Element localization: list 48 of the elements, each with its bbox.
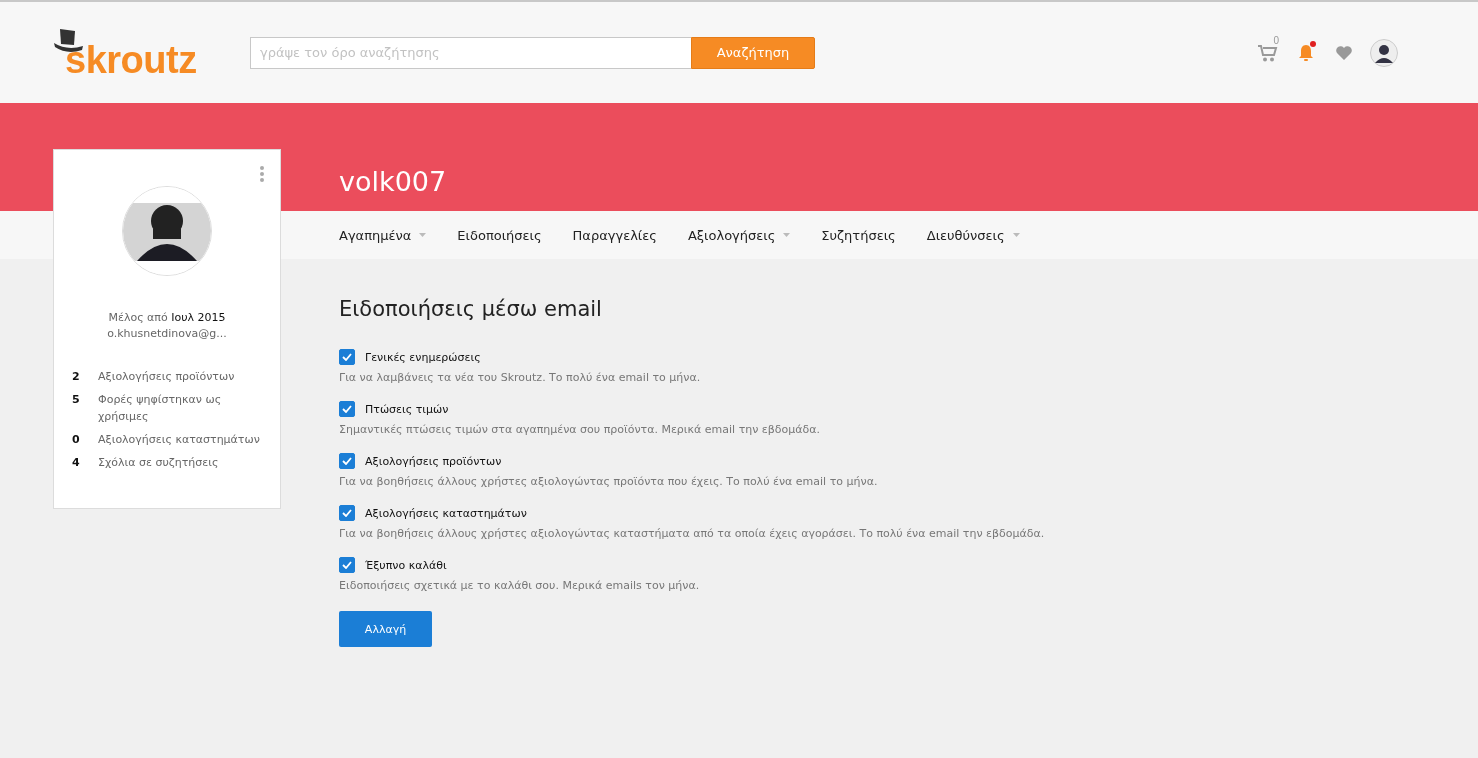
cart-icon xyxy=(1258,43,1278,62)
stat-count: 4 xyxy=(72,455,81,471)
option-description: Για να βοηθήσεις άλλους χρήστες αξιολογώντας προϊόντα που έχεις. Το πολύ ένα email το μήνα. xyxy=(339,475,879,488)
check-icon xyxy=(342,509,352,517)
nav-tab[interactable]: Συζητήσεις xyxy=(821,227,896,243)
more-button[interactable] xyxy=(258,166,266,184)
checkbox[interactable] xyxy=(339,401,355,417)
kebab-icon xyxy=(259,166,265,182)
stat-count: 2 xyxy=(72,369,81,385)
stat-label: Αξιολογήσεις καταστημάτων xyxy=(98,432,261,448)
option-label[interactable]: Αξιολογήσεις καταστημάτων xyxy=(365,506,527,520)
option-description: Σημαντικές πτώσεις τιμών στα αγαπημένα σου προϊόντα. Μερικά email την εβδομάδα. xyxy=(339,423,822,436)
heart-icon xyxy=(1335,44,1353,61)
username: volk007 xyxy=(339,165,448,199)
stat-label: Σχόλια σε συζητήσεις xyxy=(98,455,220,471)
checkbox[interactable] xyxy=(339,349,355,365)
stat-label: Αξιολογήσεις προϊόντων xyxy=(98,369,236,385)
member-since: Μέλος από Ιουλ 2015 xyxy=(107,310,227,326)
bell-icon xyxy=(1297,43,1315,62)
nav-tab[interactable]: Διευθύνσεις xyxy=(926,227,1020,243)
option-description: Για να λαμβάνεις τα νέα του Skroutz. Το πολύ ένα email το μήνα. xyxy=(339,371,702,384)
user-email: o.khusnetdinova@g... xyxy=(107,326,227,342)
search-field[interactable]: γράψε τον όρο αναζήτησης xyxy=(250,36,691,69)
check-icon xyxy=(342,405,352,413)
stat-count: 5 xyxy=(72,392,81,408)
nav-tab[interactable]: Ειδοποιήσεις xyxy=(457,227,542,243)
stat-label: Φορές ψηφίστηκαν ως χρήσιμες xyxy=(98,392,223,425)
check-icon xyxy=(342,353,352,361)
checkbox[interactable] xyxy=(339,505,355,521)
option-label[interactable]: Πτώσεις τιμών xyxy=(365,402,449,416)
user-avatar-icon xyxy=(1370,38,1398,67)
nav-tab[interactable]: Αγαπημένα xyxy=(339,227,427,243)
option-description: Για να βοηθήσεις άλλους χρήστες αξιολογώντας καταστήματα από τα οποία έχεις αγοράσει. Το πολύ ένα email την εβδομάδα. xyxy=(339,527,1046,540)
option-label[interactable]: Γενικές ενημερώσεις xyxy=(365,350,481,364)
nav-tab[interactable]: Παραγγελίες xyxy=(572,227,657,243)
section-title: Ειδοποιήσεις μέσω email xyxy=(339,297,603,321)
checkbox[interactable] xyxy=(339,557,355,573)
user-avatar[interactable] xyxy=(1370,38,1398,67)
nav-tab[interactable]: Αξιολογήσεις xyxy=(687,227,791,243)
stat-count: 0 xyxy=(72,432,81,448)
check-icon xyxy=(342,457,352,465)
option-label[interactable]: Αξιολογήσεις προϊόντων xyxy=(365,454,502,468)
cart-count: 0 xyxy=(1273,34,1279,46)
check-icon xyxy=(342,561,352,569)
option-label[interactable]: Έξυπνο καλάθι xyxy=(365,558,447,572)
submit-button[interactable]: Αλλαγή xyxy=(339,611,432,647)
checkbox[interactable] xyxy=(339,453,355,469)
option-description: Ειδοποιήσεις σχετικά με το καλάθι σου. Μερικά emails τον μήνα. xyxy=(339,579,701,592)
